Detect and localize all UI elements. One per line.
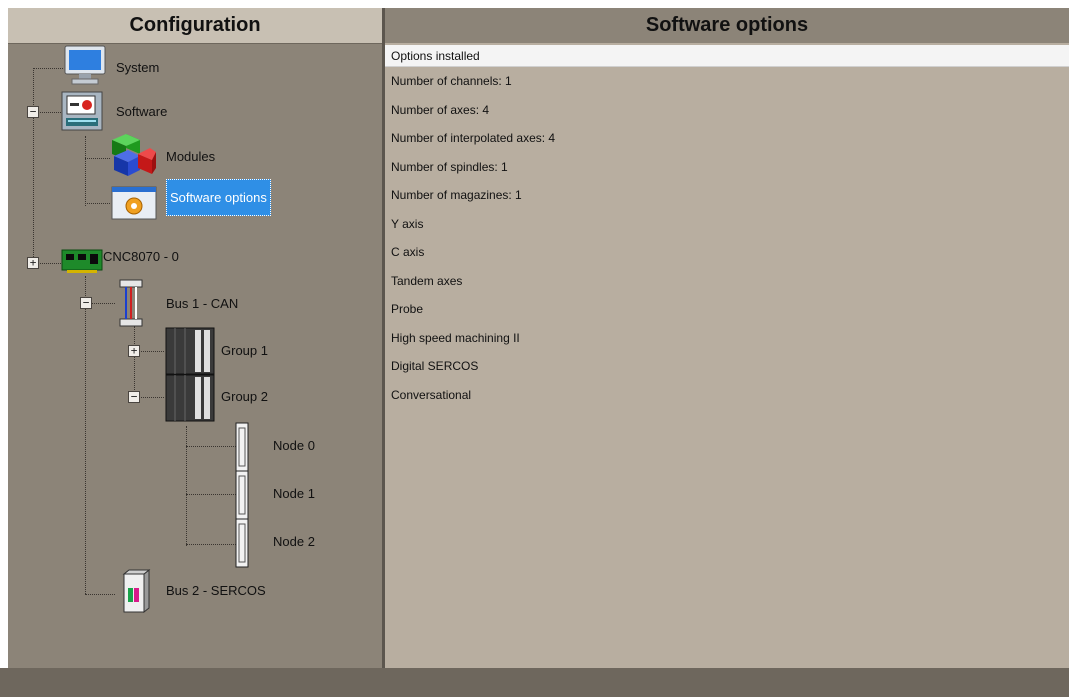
option-item: Number of axes: 4: [391, 102, 490, 117]
circuit-board-icon: [61, 249, 103, 273]
module-rack-icon: [165, 374, 215, 422]
sercos-drive-icon: [122, 568, 151, 614]
software-options-panel: Software options Options installed Numbe…: [385, 8, 1069, 668]
tree-label-group2: Group 2: [221, 389, 268, 404]
configuration-panel: Configuration System − Software Modules …: [8, 8, 382, 668]
can-bus-cable-icon: [119, 279, 143, 327]
tree-label-modules: Modules: [166, 149, 216, 164]
option-item: Number of channels: 1: [391, 74, 512, 88]
node-module-icon: [235, 422, 249, 472]
option-item: Tandem axes: [391, 273, 463, 288]
option-item: Probe: [391, 302, 424, 316]
collapse-bus1-icon[interactable]: −: [80, 297, 92, 309]
options-installed-header: Options installed: [385, 45, 1069, 67]
option-item: Number of spindles: 1: [391, 159, 508, 174]
settings-gear-icon: [111, 186, 157, 220]
modules-cubes-icon: [112, 134, 156, 176]
software-options-title: Software options: [385, 8, 1069, 43]
monitor-icon: [64, 45, 106, 85]
collapse-group2-icon[interactable]: −: [128, 391, 140, 403]
cnc-screen-icon: [61, 91, 103, 131]
tree-label-bus1: Bus 1 - CAN: [166, 296, 239, 311]
node-module-icon: [235, 518, 249, 568]
option-item: Conversational: [391, 387, 472, 402]
tree-label-node1: Node 1: [273, 486, 315, 501]
option-item: Digital SERCOS: [391, 359, 479, 373]
tree-label-software-options: Software options: [166, 179, 271, 216]
status-bar: [0, 668, 1069, 697]
option-item: Number of interpolated axes: 4: [391, 131, 556, 145]
tree-label-group1: Group 1: [221, 343, 268, 358]
expand-cnc-icon[interactable]: +: [27, 257, 39, 269]
tree-label-system: System: [116, 60, 160, 75]
node-module-icon: [235, 470, 249, 520]
expand-group1-icon[interactable]: +: [128, 345, 140, 357]
tree-label-node2: Node 2: [273, 534, 315, 549]
tree-label-software: Software: [116, 104, 168, 119]
tree-label-cnc: CNC8070 - 0: [103, 249, 179, 264]
option-item: High speed machining II: [391, 330, 520, 345]
options-list: Number of channels: 1 Number of axes: 4 …: [391, 74, 555, 416]
option-item: Y axis: [391, 216, 424, 231]
configuration-title: Configuration: [8, 8, 382, 44]
module-rack-icon: [165, 327, 215, 375]
collapse-software-icon[interactable]: −: [27, 106, 39, 118]
option-item: C axis: [391, 245, 425, 259]
tree-label-node0: Node 0: [273, 438, 315, 453]
option-item: Number of magazines: 1: [391, 188, 522, 202]
tree-label-bus2: Bus 2 - SERCOS: [166, 583, 266, 598]
